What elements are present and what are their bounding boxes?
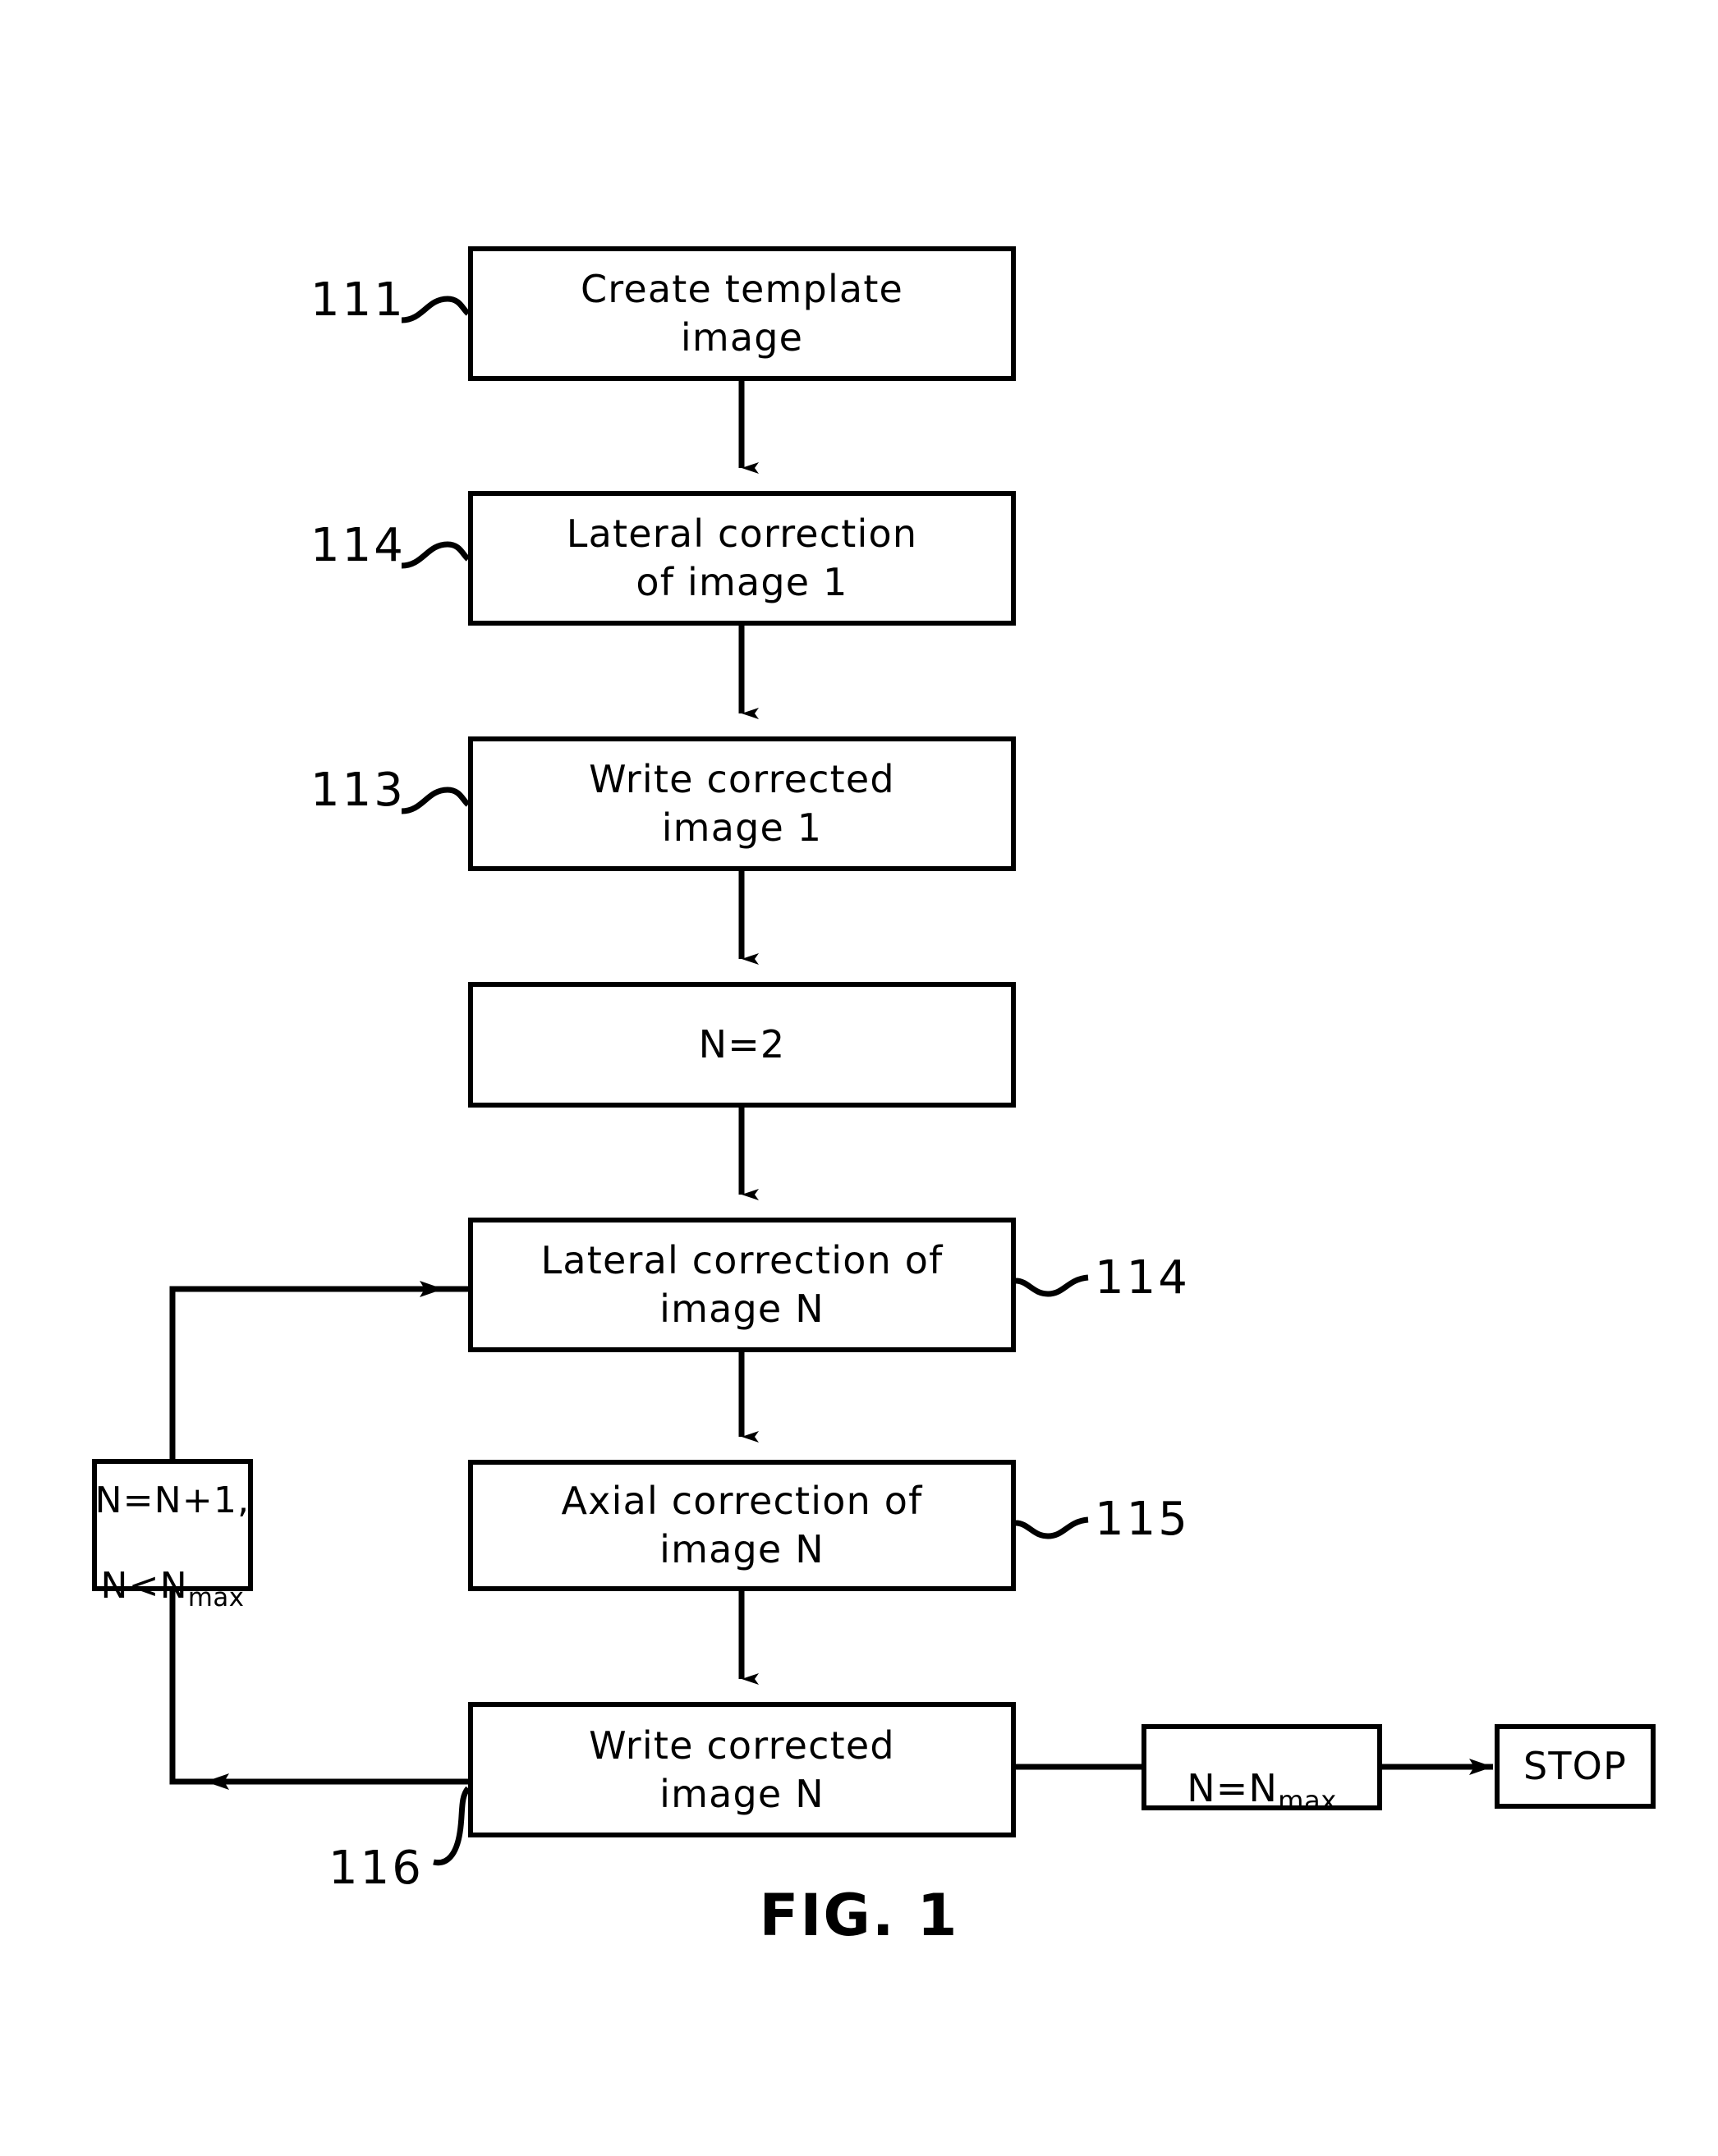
node-lateral-correction-image-1[interactable]: Lateral correction of image 1	[468, 491, 1016, 626]
node-increment-counter[interactable]: N=N+1, N<Nmax	[92, 1459, 253, 1612]
node-n-equals-nmax[interactable]: N=Nmax	[1142, 1724, 1382, 1816]
node-write-corrected-image-n[interactable]: Write corrected image N	[468, 1702, 1016, 1837]
leader-111	[401, 296, 471, 323]
node-stop[interactable]: STOP	[1495, 1724, 1656, 1809]
figure-caption: FIG. 1	[759, 1882, 959, 1949]
reference-numeral-114-loop: 114	[1095, 1251, 1190, 1305]
node-label: Write corrected image N	[589, 1723, 895, 1816]
node-label-stack: N=Nmax	[1187, 1716, 1337, 1818]
edge-writen-to-increment	[169, 1591, 468, 1790]
node-label: Write corrected image 1	[589, 757, 895, 850]
nmax-main: N=N	[1187, 1766, 1279, 1811]
edge-increment-to-lateraln	[169, 1281, 468, 1459]
leader-113	[401, 787, 471, 814]
node-label: Axial correction of image N	[561, 1479, 923, 1571]
node-label: N=2	[698, 1022, 786, 1067]
node-label-stack: N=N+1, N<Nmax	[95, 1438, 250, 1613]
increment-subscript: max	[187, 1583, 245, 1613]
node-write-corrected-image-1[interactable]: Write corrected image 1	[468, 736, 1016, 871]
node-set-n-equals-2[interactable]: N=2	[468, 982, 1016, 1108]
node-label: Lateral correction of image 1	[566, 511, 918, 604]
node-label: Lateral correction of image N	[540, 1238, 944, 1331]
node-label: STOP	[1523, 1744, 1628, 1789]
leader-114-top	[401, 541, 471, 569]
increment-line-2: N<N	[100, 1565, 188, 1608]
node-label: Create template image	[580, 267, 904, 360]
reference-numeral-113: 113	[310, 764, 406, 817]
figure-canvas: Create template image Lateral correction…	[0, 0, 1718, 2156]
increment-line-1: N=N+1,	[94, 1479, 250, 1522]
node-lateral-correction-image-n[interactable]: Lateral correction of image N	[468, 1218, 1016, 1352]
leader-115	[1015, 1516, 1089, 1539]
reference-numeral-111: 111	[310, 273, 406, 327]
node-create-template-image[interactable]: Create template image	[468, 246, 1016, 381]
nmax-subscript: max	[1278, 1785, 1337, 1817]
node-axial-correction-image-n[interactable]: Axial correction of image N	[468, 1460, 1016, 1591]
reference-numeral-115: 115	[1095, 1493, 1190, 1546]
leader-114-loop	[1015, 1274, 1089, 1297]
leader-116	[433, 1786, 471, 1866]
reference-numeral-114-top: 114	[310, 519, 406, 572]
